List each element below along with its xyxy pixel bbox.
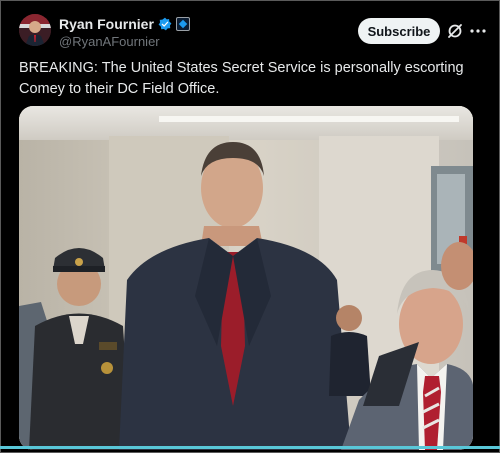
author-handle[interactable]: @RyanAFournier <box>59 34 190 49</box>
tweet-card[interactable]: Ryan Fournier @RyanAFournier Subscribe B… <box>10 10 488 450</box>
grok-icon[interactable] <box>446 22 464 40</box>
subscribe-button[interactable]: Subscribe <box>358 18 440 44</box>
affiliate-badge-icon[interactable] <box>175 16 190 31</box>
author-names: Ryan Fournier @RyanAFournier <box>59 15 190 49</box>
tweet-header: Ryan Fournier @RyanAFournier Subscribe <box>19 14 486 52</box>
tweet-text: BREAKING: The United States Secret Servi… <box>19 60 464 97</box>
more-options-icon[interactable] <box>469 22 487 40</box>
verified-badge-icon[interactable] <box>158 17 172 31</box>
bottom-accent-bar <box>0 446 500 449</box>
display-name[interactable]: Ryan Fournier <box>59 16 154 32</box>
tweet-photo[interactable] <box>19 106 473 450</box>
avatar[interactable] <box>19 14 51 46</box>
